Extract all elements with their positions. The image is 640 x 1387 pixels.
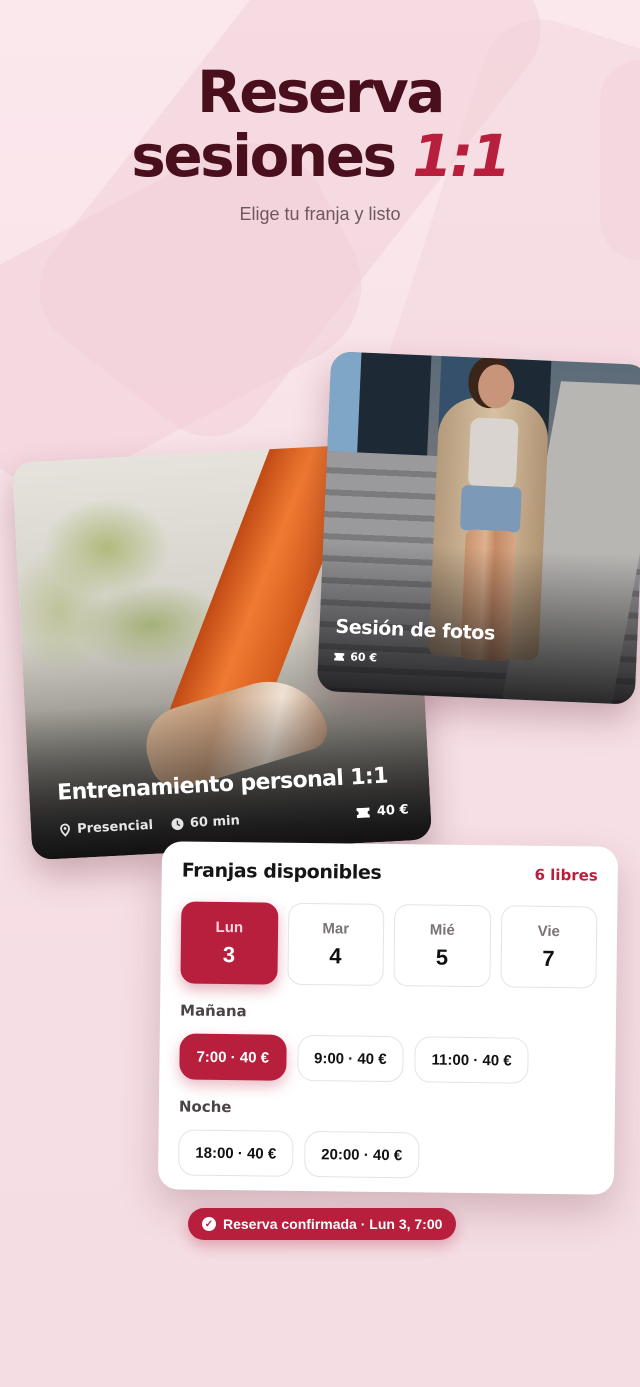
- group-label-morning: Mañana: [179, 1001, 247, 1021]
- day-number: 4: [329, 942, 342, 968]
- day-name: Vie: [537, 922, 561, 940]
- day-number: 3: [222, 941, 236, 967]
- photo-model-top: [467, 417, 519, 490]
- check-circle-icon: ✓: [202, 1217, 216, 1231]
- slots-header: Franjas disponibles 6 libres: [182, 859, 598, 886]
- photo-price: 60 €: [334, 650, 378, 665]
- photo-building: [356, 352, 432, 466]
- hero-subtitle: Elige tu franja y listo: [239, 204, 401, 224]
- time-slot-7-00[interactable]: 7:00 · 40 €: [179, 1033, 287, 1081]
- hero-title: Reserva sesiones 1:1: [0, 60, 640, 188]
- slots-title: Franjas disponibles: [181, 859, 382, 884]
- day-option-lun[interactable]: Lun 3: [180, 901, 278, 985]
- booking-confirmed-text: Reserva confirmada · Lun 3, 7:00: [223, 1216, 443, 1232]
- hero-title-line1: Reserva: [197, 58, 445, 126]
- time-slot-11-00[interactable]: 11:00 · 40 €: [414, 1036, 529, 1084]
- day-option-mie[interactable]: Mié 5: [393, 904, 491, 988]
- ticket-icon: [334, 652, 345, 661]
- hero-title-line2: sesiones: [131, 122, 397, 190]
- day-number: 7: [542, 945, 555, 971]
- group-label-night: Noche: [178, 1097, 232, 1117]
- day-name: Lun: [215, 918, 244, 936]
- ticket-icon: [356, 806, 371, 818]
- time-slot-9-00[interactable]: 9:00 · 40 €: [296, 1034, 404, 1083]
- location-pin-icon: [60, 823, 70, 837]
- available-slots-panel: Franjas disponibles 6 libres Lun 3 Mar 4…: [157, 841, 619, 1195]
- training-price: 40 €: [356, 802, 409, 820]
- photo-sky: [326, 351, 362, 463]
- photo-session-card[interactable]: Sesión de fotos 60 €: [316, 351, 640, 705]
- photo-model-skirt: [459, 485, 522, 533]
- day-option-mar[interactable]: Mar 4: [286, 902, 385, 986]
- day-name: Mié: [429, 921, 455, 939]
- free-slots-count: 6 libres: [534, 865, 598, 885]
- clock-icon: [171, 818, 184, 831]
- day-selector: Lun 3 Mar 4 Mié 5 Vie 7: [180, 901, 598, 989]
- training-duration: 60 min: [189, 813, 241, 831]
- time-slot-18-00[interactable]: 18:00 · 40 €: [178, 1129, 294, 1177]
- hero: Reserva sesiones 1:1 Elige tu franja y l…: [0, 60, 640, 225]
- photo-price-value: 60 €: [349, 650, 378, 665]
- day-name: Mar: [322, 919, 350, 938]
- night-time-slots: 18:00 · 40 € 20:00 · 40 €: [178, 1129, 595, 1180]
- day-number: 5: [435, 944, 449, 970]
- booking-confirmed-badge: ✓ Reserva confirmada · Lun 3, 7:00: [188, 1208, 457, 1240]
- day-option-vie[interactable]: Vie 7: [499, 905, 598, 989]
- training-price-value: 40 €: [376, 802, 409, 820]
- morning-time-slots: 7:00 · 40 € 9:00 · 40 € 11:00 · 40 €: [179, 1033, 596, 1084]
- time-slot-20-00[interactable]: 20:00 · 40 €: [303, 1130, 420, 1179]
- hero-title-accent: 1:1: [412, 122, 511, 190]
